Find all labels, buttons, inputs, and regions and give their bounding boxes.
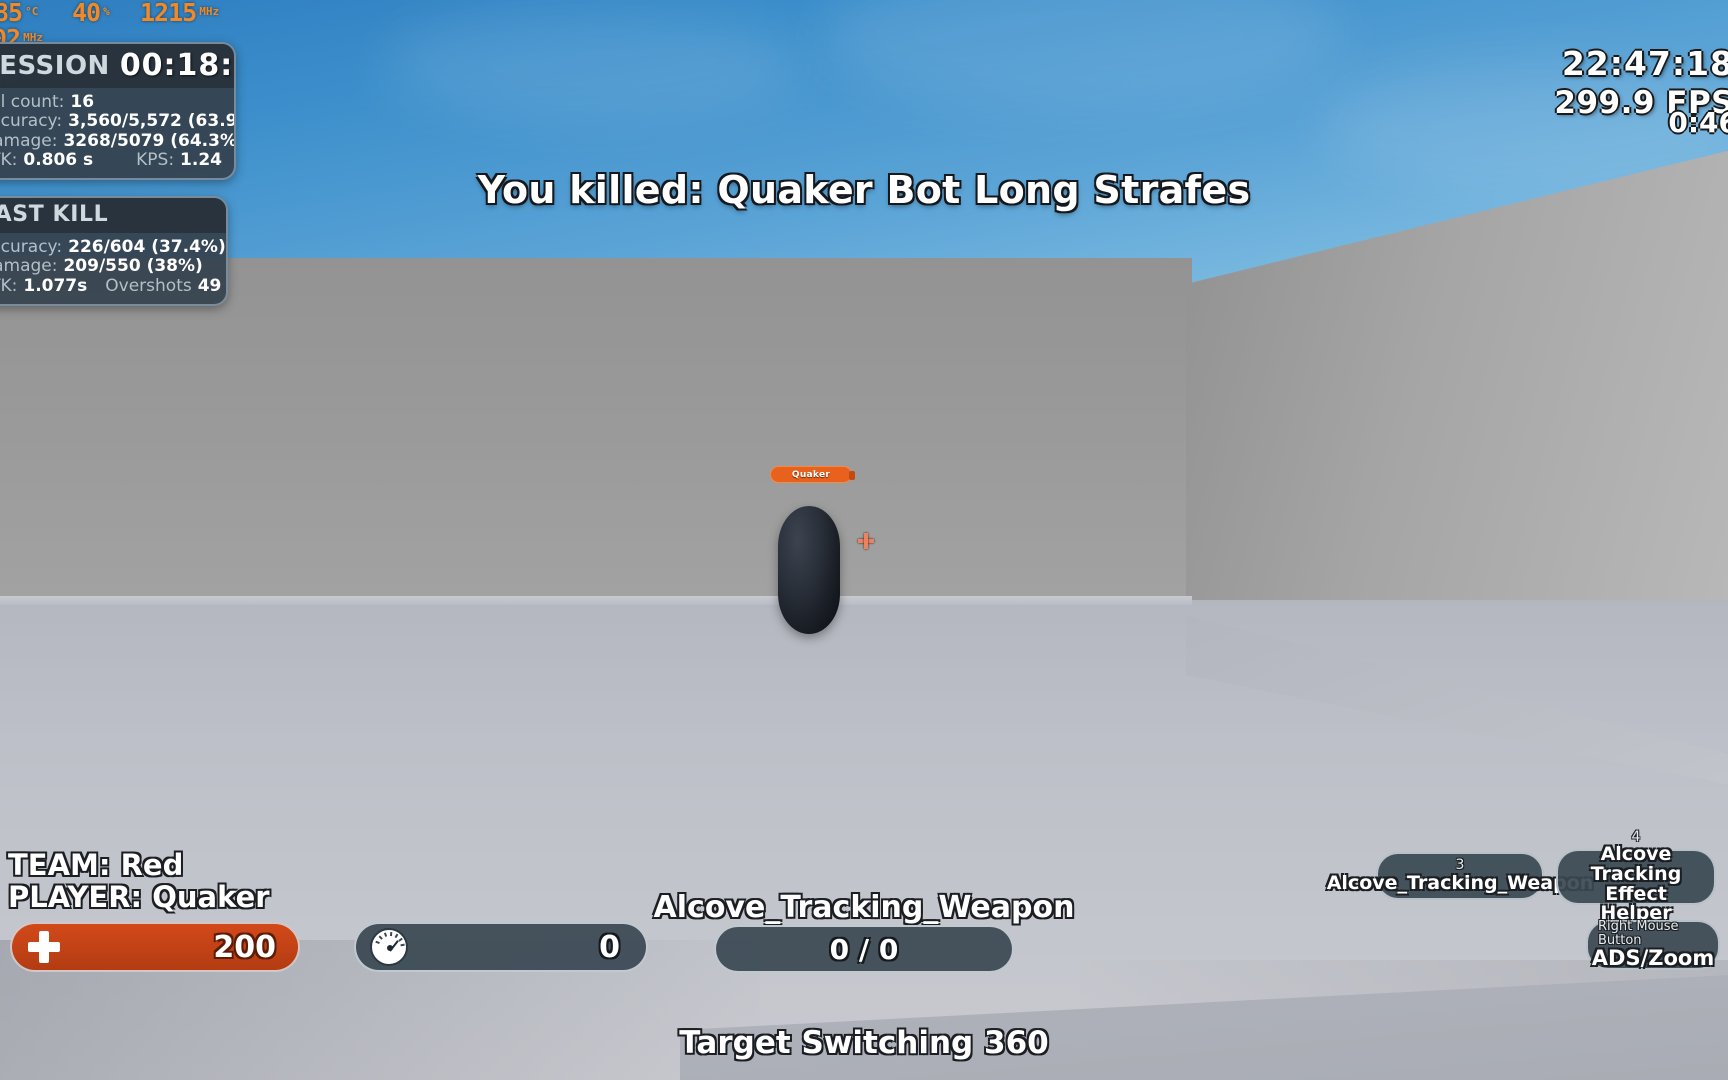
team-label: TEAM: Red xyxy=(8,848,184,882)
hw-value: 85 xyxy=(0,0,23,27)
stat-row-footer: TTK: 1.077s Overshots 49 xyxy=(0,275,221,296)
slot-name-label: ADS/Zoom xyxy=(1591,946,1715,971)
stat-value: 209/550 (38%) xyxy=(63,256,203,277)
hw-stat-gpu-temp: 85 °C xyxy=(0,0,38,27)
cloud-shape xyxy=(380,10,800,120)
overshots-label: Overshots xyxy=(105,275,192,296)
cloud-shape xyxy=(820,0,1340,110)
stat-value: 226/604 (37.4%) xyxy=(68,237,226,257)
stat-row: Kill count: 16 xyxy=(0,93,222,112)
hw-unit: % xyxy=(103,5,110,18)
speedometer-icon xyxy=(370,928,408,966)
slot-name-label: Alcove Tracking Effect Helper xyxy=(1590,843,1682,925)
stat-label: Accuracy: xyxy=(0,237,63,257)
session-timer: 00:18:26 xyxy=(119,48,234,83)
stat-label: Accuracy: xyxy=(0,111,63,132)
session-panel-header: SESSION 00:18:26 xyxy=(0,44,234,88)
last-kill-panel: LAST KILL Accuracy: 226/604 (37.4%) Dama… xyxy=(0,196,228,307)
ttk-label: TTK: xyxy=(0,150,18,171)
floor-wall-seam xyxy=(0,596,1192,605)
ttk-value: 1.077s xyxy=(23,275,88,296)
wall-back xyxy=(0,258,1192,640)
frametime-readout: 0:46 xyxy=(1668,106,1728,139)
last-kill-panel-body: Accuracy: 226/604 (37.4%) Damage: 209/55… xyxy=(0,233,226,304)
target-nameplate: Quaker xyxy=(770,466,855,483)
speed-meter: 0 xyxy=(354,922,648,972)
target-nameplate-label: Quaker xyxy=(791,469,831,480)
hw-value: 40 xyxy=(72,0,101,27)
session-panel-body: Kill count: 16 Accuracy: 3,560/5,572 (63… xyxy=(0,88,234,178)
slot-key-label: Right Mouse Button xyxy=(1598,918,1679,949)
stat-row: Accuracy: 3,560/5,572 (63.9%) xyxy=(0,111,234,132)
ttk-label: TTK: xyxy=(0,275,18,296)
stat-row: Damage: 3268/5079 (64.3%) xyxy=(0,130,234,151)
stat-value: 3268/5079 (64.3%) xyxy=(63,130,236,151)
crosshair-icon xyxy=(856,531,876,551)
health-value: 200 xyxy=(213,929,276,965)
session-stats-panel: SESSION 00:18:26 Kill count: 16 Accuracy… xyxy=(0,42,236,181)
stat-label: Kill count: xyxy=(0,92,65,112)
kps-label: KPS: xyxy=(136,150,175,171)
stat-value: 3,560/5,572 (63.9%) xyxy=(68,111,236,132)
hw-value: 1215 xyxy=(140,0,197,27)
hw-unit: MHz xyxy=(199,5,220,18)
killfeed-message: You killed: Quaker Bot Long Strafes xyxy=(477,168,1251,212)
slot-chip-3[interactable]: 3 Alcove_Tracking_Weapon xyxy=(1327,852,1593,900)
ammo-counter: 0 / 0 xyxy=(714,925,1014,973)
crosshair-vertical-bar xyxy=(864,533,868,549)
ttk-value: 0.806 s xyxy=(23,150,94,171)
hw-stat-gpu-load: 40% xyxy=(72,0,110,27)
stat-label: Damage: xyxy=(0,130,58,151)
slot-chip-ads-zoom[interactable]: Right Mouse Button ADS/Zoom xyxy=(1586,918,1720,971)
hw-unit: °C xyxy=(25,5,39,18)
speed-value: 0 xyxy=(599,929,620,965)
slot-chip-4[interactable]: 4 Alcove Tracking Effect Helper xyxy=(1556,829,1716,923)
stat-row: Damage: 209/550 (38%) xyxy=(0,257,214,276)
stat-label: Damage: xyxy=(0,256,58,277)
ammo-value: 0 / 0 xyxy=(829,932,899,966)
session-panel-title: SESSION xyxy=(0,50,110,81)
game-viewport: Quaker 85°C 40% 1215MHz 02MHz 48°C 13% 0… xyxy=(0,0,1728,1080)
hw-stat-gpu-clock: 1215 MHz xyxy=(140,0,219,27)
stat-value: 16 xyxy=(70,92,95,112)
slot-name-label: Alcove_Tracking_Weapon xyxy=(1326,871,1594,894)
stat-row: Accuracy: 226/604 (37.4%) xyxy=(0,237,226,257)
wall-clock: 22:47:18 xyxy=(1561,44,1728,83)
enemy-bot-capsule[interactable] xyxy=(778,506,840,634)
health-bar: 200 xyxy=(10,922,300,972)
kps-value: 1.24 xyxy=(180,150,222,171)
scenario-name-label: Target Switching 360 xyxy=(679,1025,1049,1061)
overshots-value: 49 xyxy=(197,275,222,296)
health-cross-icon xyxy=(28,931,60,963)
